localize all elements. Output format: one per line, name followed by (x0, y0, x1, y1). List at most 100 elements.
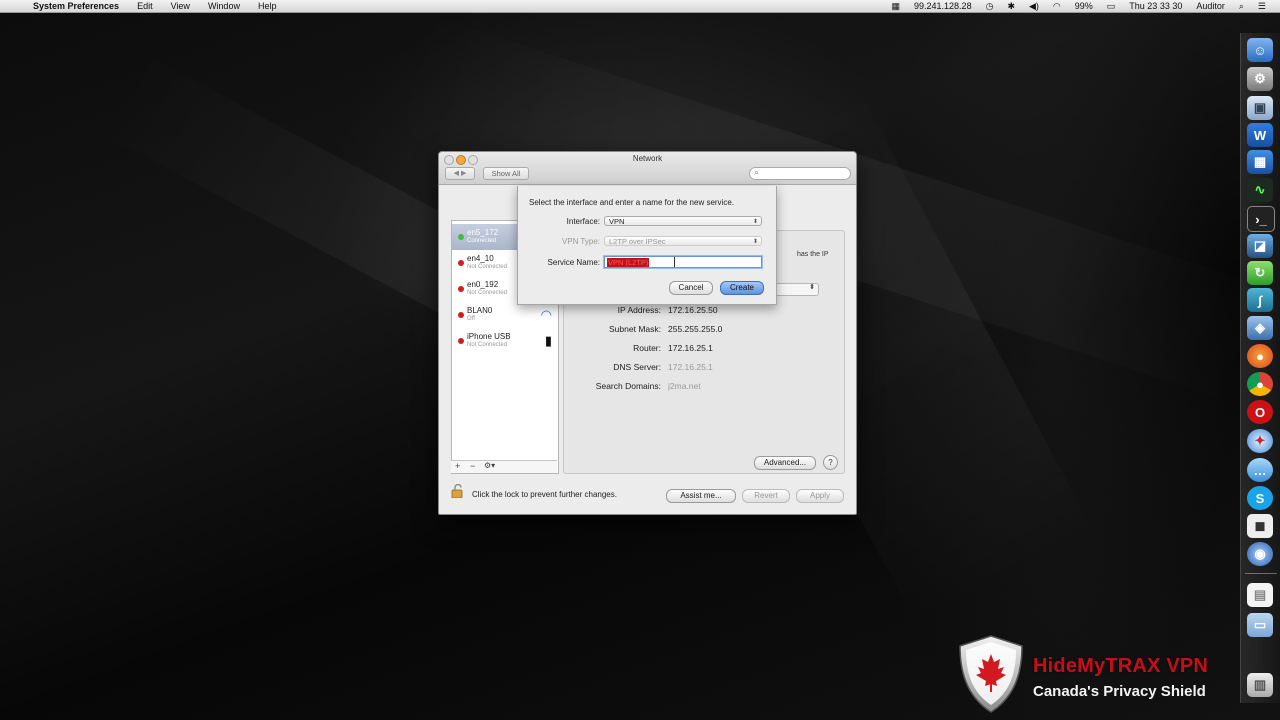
service-name: BLAN0 (467, 306, 493, 315)
finder-icon[interactable]: ☺ (1247, 38, 1273, 62)
battery-icon[interactable]: ▭ (1107, 0, 1116, 12)
sheet-prompt: Select the interface and enter a name fo… (529, 198, 735, 207)
service-name: iPhone USB (467, 332, 511, 341)
ip-address-label: IP Address: (617, 305, 661, 315)
network-utility-icon[interactable]: ∫ (1247, 288, 1273, 312)
status-dot (458, 338, 464, 344)
search-input[interactable]: ⌕ (749, 167, 851, 180)
new-service-sheet: Select the interface and enter a name fo… (517, 186, 777, 305)
vpn-status-icon[interactable]: ▦ (892, 0, 901, 12)
photo-icon[interactable]: ◪ (1247, 234, 1273, 258)
window-title: Network (632, 154, 663, 163)
service-status: Not Connected (467, 342, 508, 348)
chrome-icon[interactable]: ● (1247, 372, 1273, 396)
preview-icon[interactable]: ▣ (1247, 96, 1273, 120)
service-name-input[interactable]: VPN (L2TP) (604, 256, 762, 268)
menu-user[interactable]: Auditor (1196, 0, 1225, 12)
system-preferences-icon[interactable]: ⚙ (1247, 67, 1273, 91)
menu-help[interactable]: Help (258, 0, 277, 12)
dns-server-label: DNS Server: (613, 362, 661, 372)
bluetooth-icon[interactable]: ✱ (1007, 0, 1015, 12)
service-name: en5_172 (467, 228, 499, 237)
service-status: Not Connected (467, 264, 508, 270)
service-name-row: Service Name: VPN (L2TP) (518, 256, 776, 269)
vpn-type-select[interactable]: L2TP over IPSec ⬍ (604, 236, 762, 246)
advanced-button[interactable]: Advanced... (754, 456, 816, 470)
opera-icon[interactable]: O (1247, 400, 1273, 424)
menu-window[interactable]: Window (208, 0, 240, 12)
service-status: Off (467, 316, 475, 322)
ip-address-value: 172.16.25.50 (668, 305, 718, 315)
volume-icon[interactable]: ◀) (1029, 0, 1039, 12)
vpn-type-value: L2TP over IPSec (609, 237, 666, 246)
interface-value: VPN (609, 217, 625, 226)
interface-row: Interface: VPN ⬍ (518, 216, 776, 228)
iphone-icon: ▮ (544, 333, 552, 348)
remove-service-button[interactable]: − (470, 461, 475, 471)
back-forward-buttons[interactable]: ◀ ▶ (445, 167, 475, 180)
trash-icon[interactable]: ▥ (1247, 673, 1273, 697)
chevron-updown-icon: ⬍ (752, 239, 758, 245)
apply-button[interactable]: Apply (796, 489, 844, 503)
word-icon[interactable]: W (1247, 123, 1273, 147)
service-name: en0_192 (467, 280, 499, 289)
messages-icon[interactable]: … (1247, 458, 1273, 482)
skype-icon[interactable]: S (1247, 486, 1273, 510)
service-name: en4_10 (467, 254, 494, 263)
show-all-button[interactable]: Show All (483, 167, 529, 180)
add-service-button[interactable]: + (455, 461, 460, 471)
virtualbox-icon[interactable]: ◈ (1247, 316, 1273, 340)
terminal-icon[interactable]: ›_ (1247, 206, 1275, 232)
router-label: Router: (633, 343, 661, 353)
calculator-icon[interactable]: ▦ (1247, 150, 1273, 174)
search-domains-value: j2ma.net (668, 381, 701, 391)
battery-percent[interactable]: 99% (1075, 0, 1093, 12)
menu-edit[interactable]: Edit (137, 0, 153, 12)
vpn-type-label: VPN Type: (561, 237, 600, 246)
sidebar-toolbar: + − ⚙▾ (451, 460, 557, 473)
service-status: Not Connected (467, 290, 508, 296)
vpn-type-row: VPN Type: L2TP over IPSec ⬍ (518, 236, 776, 248)
lock-message: Click the lock to prevent further change… (472, 490, 617, 499)
menu-bar: System Preferences Edit View Window Help… (0, 0, 1280, 13)
text-cursor (674, 257, 675, 267)
create-button[interactable]: Create (720, 281, 764, 295)
app-icon[interactable]: ◼ (1247, 514, 1273, 538)
status-dot (458, 286, 464, 292)
network-globe-icon[interactable]: ◉ (1247, 542, 1273, 566)
time-machine-icon[interactable]: ◷ (986, 0, 994, 12)
service-item-blan0[interactable]: BLAN0 Off ◠ (452, 302, 558, 328)
spotlight-icon[interactable]: ⌕ (1239, 0, 1244, 12)
gear-icon[interactable]: ⚙▾ (484, 461, 495, 470)
window-titlebar: Network ◀ ▶ Show All ⌕ (439, 152, 856, 185)
watermark-subtitle: Canada's Privacy Shield (1033, 683, 1206, 700)
service-status: Connected (467, 238, 497, 244)
ip-address-display[interactable]: 99.241.128.28 (914, 0, 972, 12)
firefox-icon[interactable]: ● (1247, 344, 1273, 368)
sync-icon[interactable]: ↻ (1247, 261, 1273, 285)
dock: ☺ ⚙ ▣ W ▦ ∿ ›_ ◪ ↻ ∫ ◈ ● ● O ✦ … S ◼ ◉ ▤… (1240, 33, 1280, 703)
safari-icon[interactable]: ✦ (1247, 429, 1273, 453)
wifi-icon[interactable]: ◠ (1053, 0, 1061, 12)
menu-app-name[interactable]: System Preferences (33, 0, 119, 12)
menu-clock[interactable]: Thu 23 33 30 (1129, 0, 1182, 12)
assist-me-button[interactable]: Assist me... (666, 489, 736, 503)
interface-label: Interface: (566, 217, 600, 226)
notification-list-icon[interactable]: ☰ (1258, 0, 1266, 12)
chevron-updown-icon: ⬍ (752, 219, 758, 225)
document-icon[interactable]: ▤ (1247, 583, 1273, 607)
service-item-iphone-usb[interactable]: iPhone USB Not Connected ▮ (452, 328, 558, 354)
help-button[interactable]: ? (823, 455, 838, 470)
subnet-mask-row: Subnet Mask: 255.255.255.0 (564, 324, 844, 338)
folder-icon[interactable]: ▭ (1247, 613, 1273, 637)
interface-select[interactable]: VPN ⬍ (604, 216, 762, 226)
lock-icon[interactable] (451, 484, 465, 498)
activity-monitor-icon[interactable]: ∿ (1247, 178, 1273, 202)
revert-button[interactable]: Revert (742, 489, 790, 503)
cancel-button[interactable]: Cancel (669, 281, 713, 295)
menu-view[interactable]: View (171, 0, 190, 12)
dns-server-row: DNS Server: 172.16.25.1 (564, 362, 844, 376)
subnet-mask-label: Subnet Mask: (609, 324, 661, 334)
router-value: 172.16.25.1 (668, 343, 713, 353)
subnet-mask-value: 255.255.255.0 (668, 324, 723, 334)
